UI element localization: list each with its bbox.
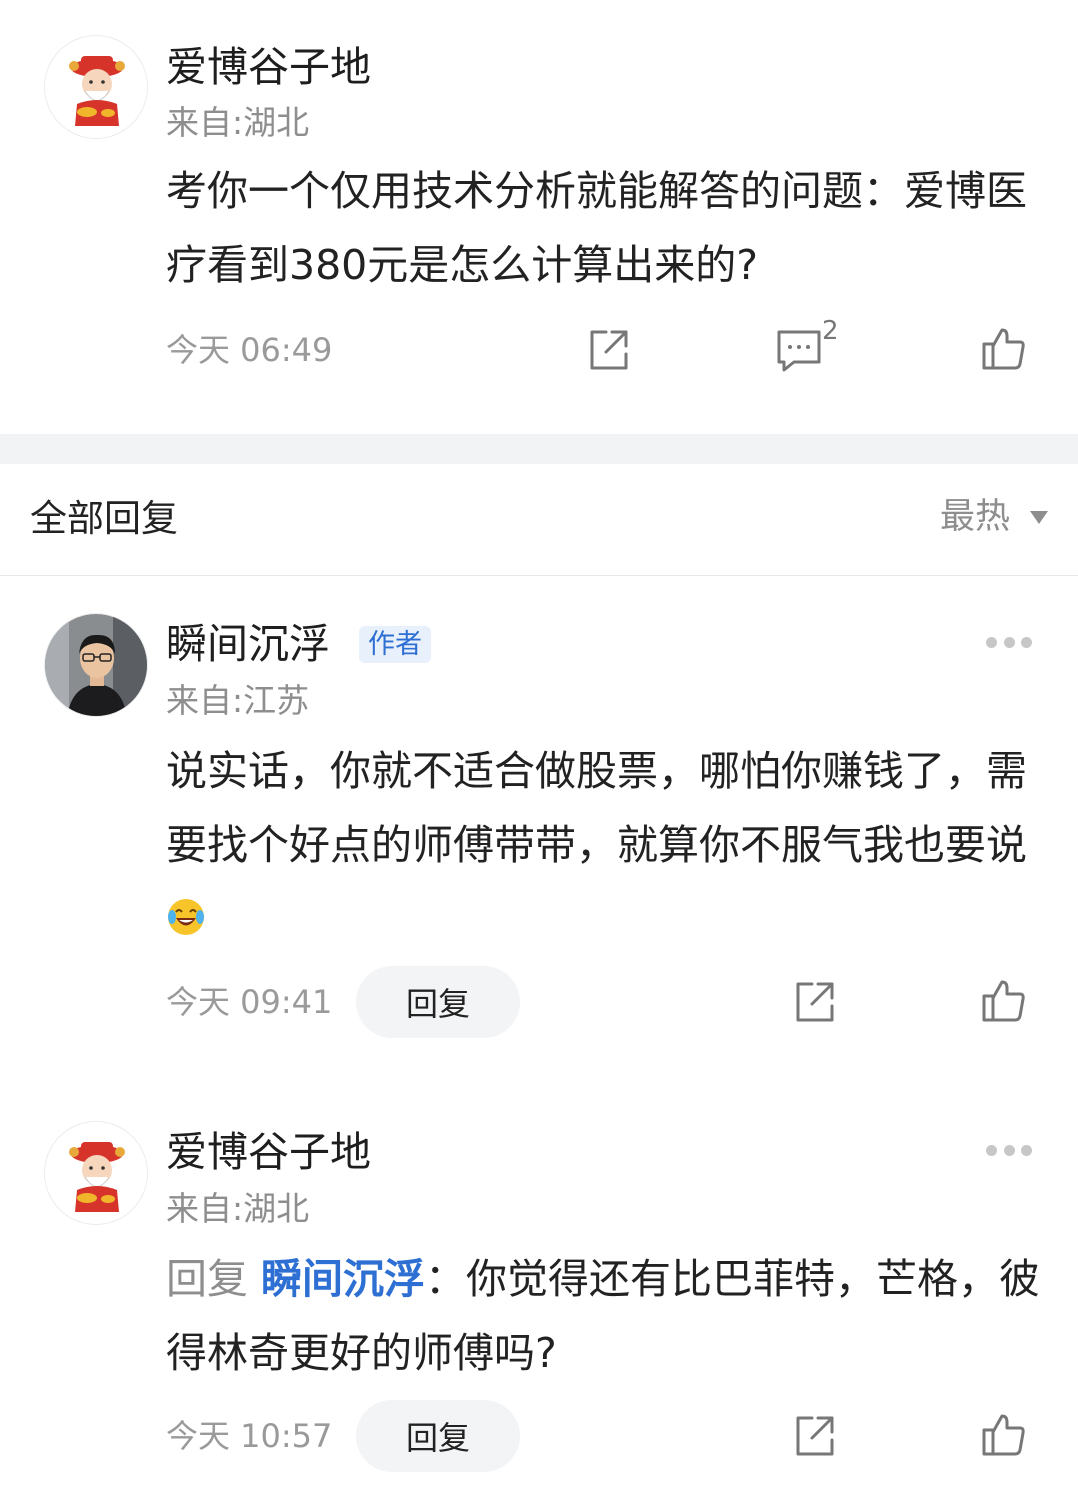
- share-icon[interactable]: [584, 324, 634, 374]
- sort-label: 最热: [939, 497, 1010, 537]
- main-post: 爱博谷子地 来自:湖北 考你一个仅用技术分析就能解答的问题：爱博医疗看到380元…: [0, 0, 1078, 434]
- avatar[interactable]: [44, 35, 148, 139]
- reply-text: 说实话，你就不适合做股票，哪怕你赚钱了，需要找个好点的师傅带带，就算你不服气我也…: [166, 747, 1027, 869]
- reply-location: 来自:湖北: [166, 1189, 310, 1228]
- post-content: 考你一个仅用技术分析就能解答的问题：爱博医疗看到380元是怎么计算出来的?: [166, 167, 1027, 289]
- god-of-wealth-avatar-icon: [69, 1142, 125, 1212]
- laughing-tears-emoji: [168, 899, 204, 935]
- avatar[interactable]: [44, 1121, 148, 1225]
- sort-dropdown[interactable]: 最热: [940, 500, 1048, 535]
- more-dots-icon[interactable]: [986, 1145, 1032, 1159]
- replies-header: 全部回复 最热: [0, 464, 1078, 576]
- author-badge: 作者: [359, 626, 431, 663]
- comment-count: 2: [822, 316, 839, 346]
- share-icon[interactable]: [790, 976, 840, 1026]
- thumbs-up-icon[interactable]: [978, 324, 1028, 374]
- comment-icon[interactable]: [774, 324, 824, 374]
- section-divider: [0, 434, 1078, 464]
- reply-content: 回复 瞬间沉浮：你觉得还有比巴菲特，芒格，彼得林奇更好的师傅吗?: [166, 1242, 1042, 1390]
- share-icon[interactable]: [790, 1410, 840, 1460]
- post-username[interactable]: 爱博谷子地: [166, 47, 371, 88]
- reply-username[interactable]: 瞬间沉浮: [166, 624, 330, 665]
- thumbs-up-icon[interactable]: [978, 976, 1028, 1026]
- caret-down-icon: [1030, 511, 1048, 524]
- post-time: 今天 06:49: [166, 331, 333, 369]
- post-location: 来自:湖北: [166, 103, 310, 142]
- thumbs-up-icon[interactable]: [978, 1410, 1028, 1460]
- reply-location: 来自:江苏: [166, 681, 310, 720]
- all-replies-title: 全部回复: [30, 497, 178, 540]
- god-of-wealth-avatar-icon: [69, 56, 125, 126]
- reply-prefix: 回复: [166, 1255, 262, 1303]
- reply-username[interactable]: 爱博谷子地: [166, 1132, 371, 1173]
- reply-button[interactable]: 回复: [356, 966, 520, 1038]
- reply-time: 今天 10:57: [166, 1417, 333, 1455]
- more-dots-icon[interactable]: [986, 637, 1032, 651]
- reply-content: 说实话，你就不适合做股票，哪怕你赚钱了，需要找个好点的师傅带带，就算你不服气我也…: [166, 734, 1042, 956]
- person-photo-avatar-icon: [45, 614, 147, 716]
- avatar[interactable]: [44, 613, 148, 717]
- reply-time: 今天 09:41: [166, 983, 333, 1021]
- reply-button[interactable]: 回复: [356, 1400, 520, 1472]
- reply-target-link[interactable]: 瞬间沉浮: [261, 1255, 425, 1303]
